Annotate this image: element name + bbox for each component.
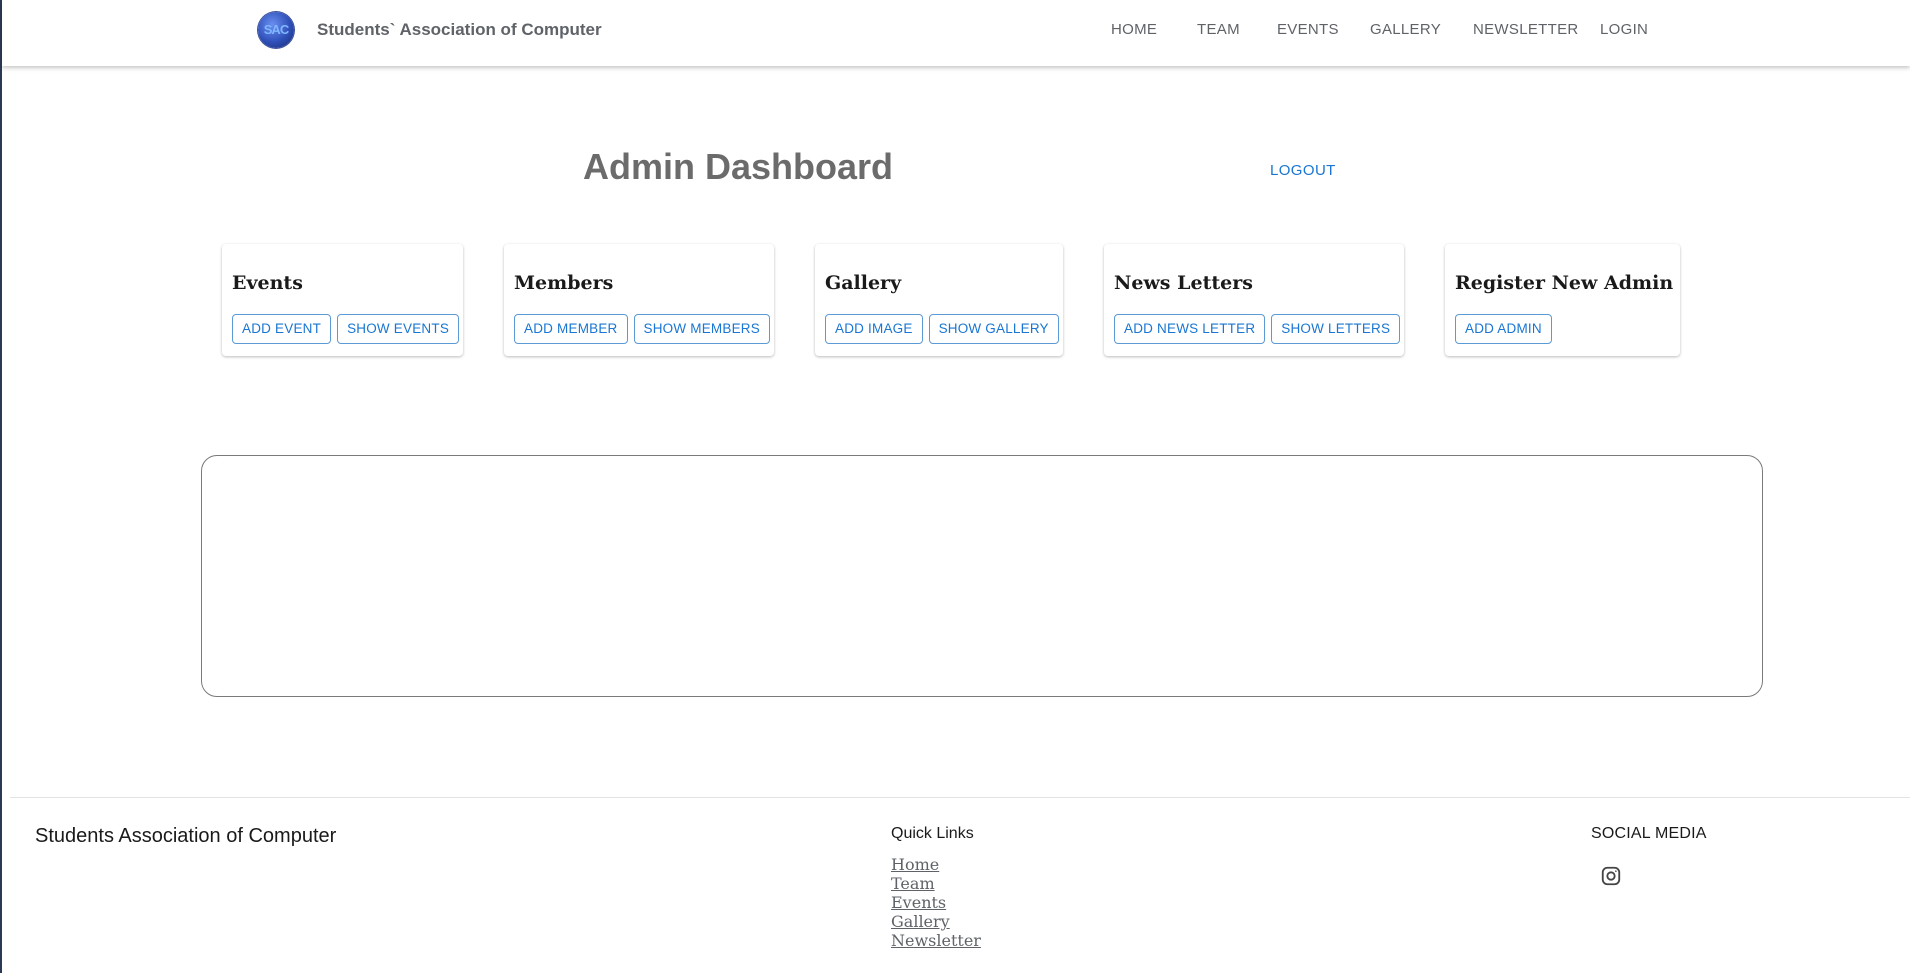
add-member-button[interactable]: ADD MEMBER xyxy=(514,314,628,344)
card-register-admin: Register New Admin ADD ADMIN xyxy=(1445,244,1680,356)
card-title: Gallery xyxy=(825,272,902,294)
card-actions: ADD EVENT SHOW EVENTS xyxy=(232,314,460,344)
card-actions: ADD NEWS LETTER SHOW LETTERS xyxy=(1114,314,1401,344)
add-admin-button[interactable]: ADD ADMIN xyxy=(1455,314,1552,344)
page: SAC Students` Association of Computer HO… xyxy=(0,0,1910,973)
card-members: Members ADD MEMBER SHOW MEMBERS xyxy=(504,244,774,356)
brand-name[interactable]: Students` Association of Computer xyxy=(317,20,602,40)
nav-link-home[interactable]: HOME xyxy=(1111,21,1157,38)
top-navbar: SAC Students` Association of Computer HO… xyxy=(2,0,1910,66)
nav-link-events[interactable]: EVENTS xyxy=(1277,21,1339,38)
footer-link-events[interactable]: Events xyxy=(891,893,981,912)
quick-links-list: Home Team Events Gallery Newsletter xyxy=(891,855,981,950)
card-title: Members xyxy=(514,272,614,294)
nav-link-gallery[interactable]: GALLERY xyxy=(1370,21,1441,38)
brand-logo[interactable]: SAC xyxy=(258,12,294,48)
card-events: Events ADD EVENT SHOW EVENTS xyxy=(222,244,463,356)
show-gallery-button[interactable]: SHOW GALLERY xyxy=(928,314,1059,344)
instagram-icon[interactable] xyxy=(1600,865,1622,887)
show-members-button[interactable]: SHOW MEMBERS xyxy=(633,314,770,344)
card-actions: ADD MEMBER SHOW MEMBERS xyxy=(514,314,770,344)
card-newsletters: News Letters ADD NEWS LETTER SHOW LETTER… xyxy=(1104,244,1404,356)
footer-divider xyxy=(10,797,1910,798)
show-events-button[interactable]: SHOW EVENTS xyxy=(337,314,460,344)
brand-logo-text: SAC xyxy=(263,22,289,37)
add-event-button[interactable]: ADD EVENT xyxy=(232,314,332,344)
nav-link-team[interactable]: TEAM xyxy=(1197,21,1240,38)
card-actions: ADD IMAGE SHOW GALLERY xyxy=(825,314,1059,344)
card-title: Events xyxy=(232,272,303,294)
quick-links-heading: Quick Links xyxy=(891,825,974,842)
nav-link-login[interactable]: LOGIN xyxy=(1600,21,1648,38)
footer-brand: Students Association of Computer xyxy=(35,825,337,847)
card-gallery: Gallery ADD IMAGE SHOW GALLERY xyxy=(815,244,1063,356)
footer-link-gallery[interactable]: Gallery xyxy=(891,912,981,931)
show-letters-button[interactable]: SHOW LETTERS xyxy=(1271,314,1401,344)
footer-link-home[interactable]: Home xyxy=(891,855,981,874)
card-title: News Letters xyxy=(1114,272,1253,294)
nav-link-newsletter[interactable]: NEWSLETTER xyxy=(1473,21,1579,38)
footer-link-team[interactable]: Team xyxy=(891,874,981,893)
add-newsletter-button[interactable]: ADD NEWS LETTER xyxy=(1114,314,1266,344)
footer-link-newsletter[interactable]: Newsletter xyxy=(891,931,981,950)
logout-button[interactable]: LOGOUT xyxy=(1270,162,1336,179)
social-media-heading: SOCIAL MEDIA xyxy=(1591,825,1707,842)
page-title: Admin Dashboard xyxy=(583,146,894,187)
card-actions: ADD ADMIN xyxy=(1455,314,1552,344)
content-panel xyxy=(201,455,1763,697)
add-image-button[interactable]: ADD IMAGE xyxy=(825,314,923,344)
card-title: Register New Admin xyxy=(1455,272,1674,294)
